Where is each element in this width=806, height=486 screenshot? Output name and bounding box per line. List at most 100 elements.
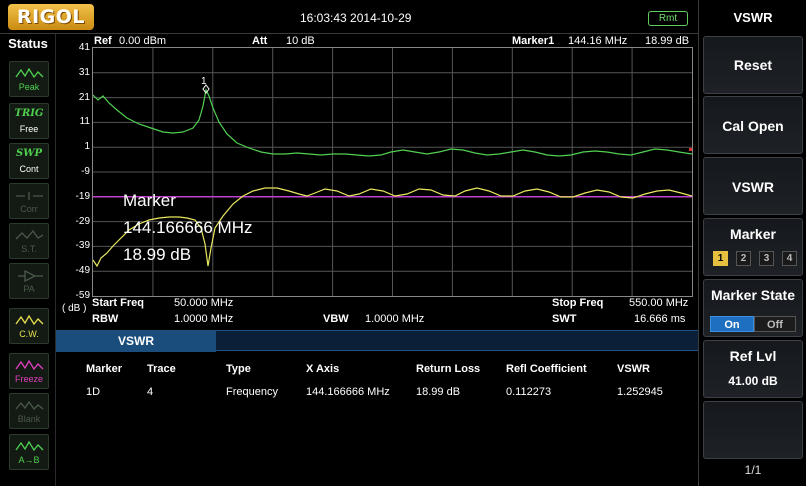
cell-refl-coefficient: 0.112273 bbox=[506, 386, 552, 398]
status-button-label: Corr bbox=[20, 204, 38, 214]
status-button-cont[interactable]: SWP Cont bbox=[9, 143, 49, 179]
status-button-a-b[interactable]: A→B bbox=[9, 434, 49, 470]
marker-option-1[interactable]: 1 bbox=[713, 251, 728, 266]
status-button-label: Freeze bbox=[14, 374, 43, 384]
column-header: X Axis bbox=[306, 363, 340, 375]
status-button-label: Peak bbox=[18, 82, 40, 92]
swt-label: SWT bbox=[552, 313, 577, 325]
reset-button[interactable]: Reset bbox=[703, 36, 803, 94]
y-tick-label: -39 bbox=[75, 240, 90, 252]
menu-title: VSWR bbox=[733, 10, 773, 25]
marker-option-2[interactable]: 2 bbox=[736, 251, 751, 266]
marker-number: 1 bbox=[201, 76, 207, 87]
ref-label: Ref bbox=[94, 35, 112, 47]
status-button-blank[interactable]: Blank bbox=[9, 393, 49, 429]
remote-badge: Rmt bbox=[648, 11, 688, 26]
status-button-free[interactable]: TRIG Free bbox=[9, 103, 49, 139]
status-button-pa[interactable]: PA bbox=[9, 263, 49, 299]
marker-state-on[interactable]: On bbox=[710, 316, 754, 332]
status-button-c-w-[interactable]: C.W. bbox=[9, 308, 49, 344]
marker-overlay-freq: 144.166666 MHz bbox=[123, 218, 253, 237]
ref-indicator-icon bbox=[689, 148, 692, 151]
marker-select-label: Marker bbox=[730, 226, 776, 242]
status-button-s-t-[interactable]: S.T. bbox=[9, 223, 49, 259]
status-button-mode: TRIG bbox=[14, 108, 44, 119]
marker-state-off[interactable]: Off bbox=[754, 316, 796, 332]
y-tick-label: 41 bbox=[78, 42, 90, 53]
rbw-value: 1.0000 MHz bbox=[174, 313, 234, 325]
table-header-row: Marker Trace Type X Axis Return Loss Ref… bbox=[56, 358, 698, 380]
marker-overlay-level: 18.99 dB bbox=[123, 245, 192, 264]
att-label: Att bbox=[252, 35, 268, 47]
status-button-label: Free bbox=[19, 124, 39, 134]
y-tick-label: -29 bbox=[75, 215, 90, 227]
status-button-freeze[interactable]: Freeze bbox=[9, 353, 49, 389]
vswr-label: VSWR bbox=[732, 179, 774, 195]
page-indicator: 1/1 bbox=[744, 463, 762, 477]
cal-open-button[interactable]: Cal Open bbox=[703, 96, 803, 154]
top-bar: RIGOL 16:03:43 2014-10-29 Rmt bbox=[0, 0, 700, 34]
column-header: Return Loss bbox=[416, 363, 481, 375]
table-row[interactable]: 1D 4 Frequency 144.166666 MHz 18.99 dB 0… bbox=[56, 380, 698, 404]
y-tick-label: 21 bbox=[78, 91, 90, 103]
marker-state-key[interactable]: Marker State On Off bbox=[703, 279, 803, 337]
rigol-logo: RIGOL bbox=[8, 4, 94, 30]
empty-softkey[interactable] bbox=[703, 401, 803, 459]
tab-vswr[interactable]: VSWR bbox=[56, 331, 216, 352]
vswr-table: Marker Trace Type X Axis Return Loss Ref… bbox=[56, 358, 698, 404]
ref-lvl-label: Ref Lvl bbox=[729, 348, 777, 364]
st-icon bbox=[10, 226, 48, 244]
blank-icon bbox=[10, 396, 48, 414]
status-button-label: PA bbox=[23, 284, 35, 294]
vbw-value: 1.0000 MHz bbox=[365, 313, 425, 325]
att-value: 10 dB bbox=[286, 35, 315, 47]
ref-value: 0.00 dBm bbox=[119, 35, 167, 47]
cal-open-label: Cal Open bbox=[722, 118, 784, 134]
column-header: Refl Coefficient bbox=[506, 363, 587, 375]
marker-state-label: Marker State bbox=[710, 287, 796, 303]
y-axis-unit: ( dB ) bbox=[62, 303, 87, 314]
status-button-mode: SWP bbox=[16, 148, 42, 159]
stop-freq-value: 550.00 MHz bbox=[629, 297, 689, 309]
y-tick-label: 11 bbox=[79, 116, 90, 128]
status-button-peak[interactable]: Peak bbox=[9, 61, 49, 97]
marker-select-key[interactable]: Marker 1 2 3 4 bbox=[703, 218, 803, 276]
start-freq-label: Start Freq bbox=[92, 297, 144, 309]
status-button-label: S.T. bbox=[21, 244, 37, 254]
y-tick-label: -9 bbox=[81, 166, 90, 177]
y-tick-label: -19 bbox=[75, 190, 90, 202]
datetime-display: 16:03:43 2014-10-29 bbox=[300, 11, 412, 25]
status-panel: Status Peak TRIG Free SWP Cont Corr S.T. PA C.W.… bbox=[0, 34, 56, 486]
marker-option-3[interactable]: 3 bbox=[759, 251, 774, 266]
vswr-panel-header: VSWR bbox=[56, 330, 698, 352]
status-button-label: C.W. bbox=[19, 329, 39, 339]
softkey-panel: VSWR Reset Cal Open VSWR Marker 1 2 3 4 … bbox=[698, 0, 806, 486]
column-header: Marker bbox=[86, 363, 123, 375]
cw-icon bbox=[10, 311, 48, 329]
rbw-label: RBW bbox=[92, 313, 119, 325]
marker-option-4[interactable]: 4 bbox=[782, 251, 797, 266]
ref-lvl-key[interactable]: Ref Lvl 41.00 dB bbox=[703, 340, 803, 398]
measurement-footer: Start Freq 50.000 MHz Stop Freq 550.00 M… bbox=[92, 296, 698, 330]
y-tick-label: 1 bbox=[84, 141, 90, 153]
marker-overlay-title: Marker bbox=[123, 191, 176, 210]
cell-type: Frequency bbox=[226, 386, 278, 398]
cell-vswr: 1.252945 bbox=[617, 386, 663, 398]
peak-icon bbox=[10, 64, 48, 82]
status-title: Status bbox=[8, 36, 48, 51]
brand-text: RIGOL bbox=[16, 6, 86, 28]
vswr-table-panel: VSWR Marker Trace Type X Axis Return Los… bbox=[56, 330, 698, 486]
vswr-button[interactable]: VSWR bbox=[703, 157, 803, 215]
marker-readout-freq: 144.16 MHz bbox=[568, 35, 628, 47]
cell-return-loss: 18.99 dB bbox=[416, 386, 461, 398]
a-to-b-icon bbox=[10, 437, 48, 455]
stop-freq-label: Stop Freq bbox=[552, 297, 604, 309]
marker-readout-level: 18.99 dB bbox=[645, 35, 690, 47]
y-tick-label: -49 bbox=[75, 265, 90, 277]
y-tick-label: 31 bbox=[78, 66, 90, 78]
column-header: Type bbox=[226, 363, 251, 375]
vbw-label: VBW bbox=[323, 313, 349, 325]
column-header: Trace bbox=[147, 363, 176, 375]
measurement-header: Ref 0.00 dBm Att 10 dB Marker1 144.16 MH… bbox=[92, 34, 698, 48]
status-button-corr[interactable]: Corr bbox=[9, 183, 49, 219]
